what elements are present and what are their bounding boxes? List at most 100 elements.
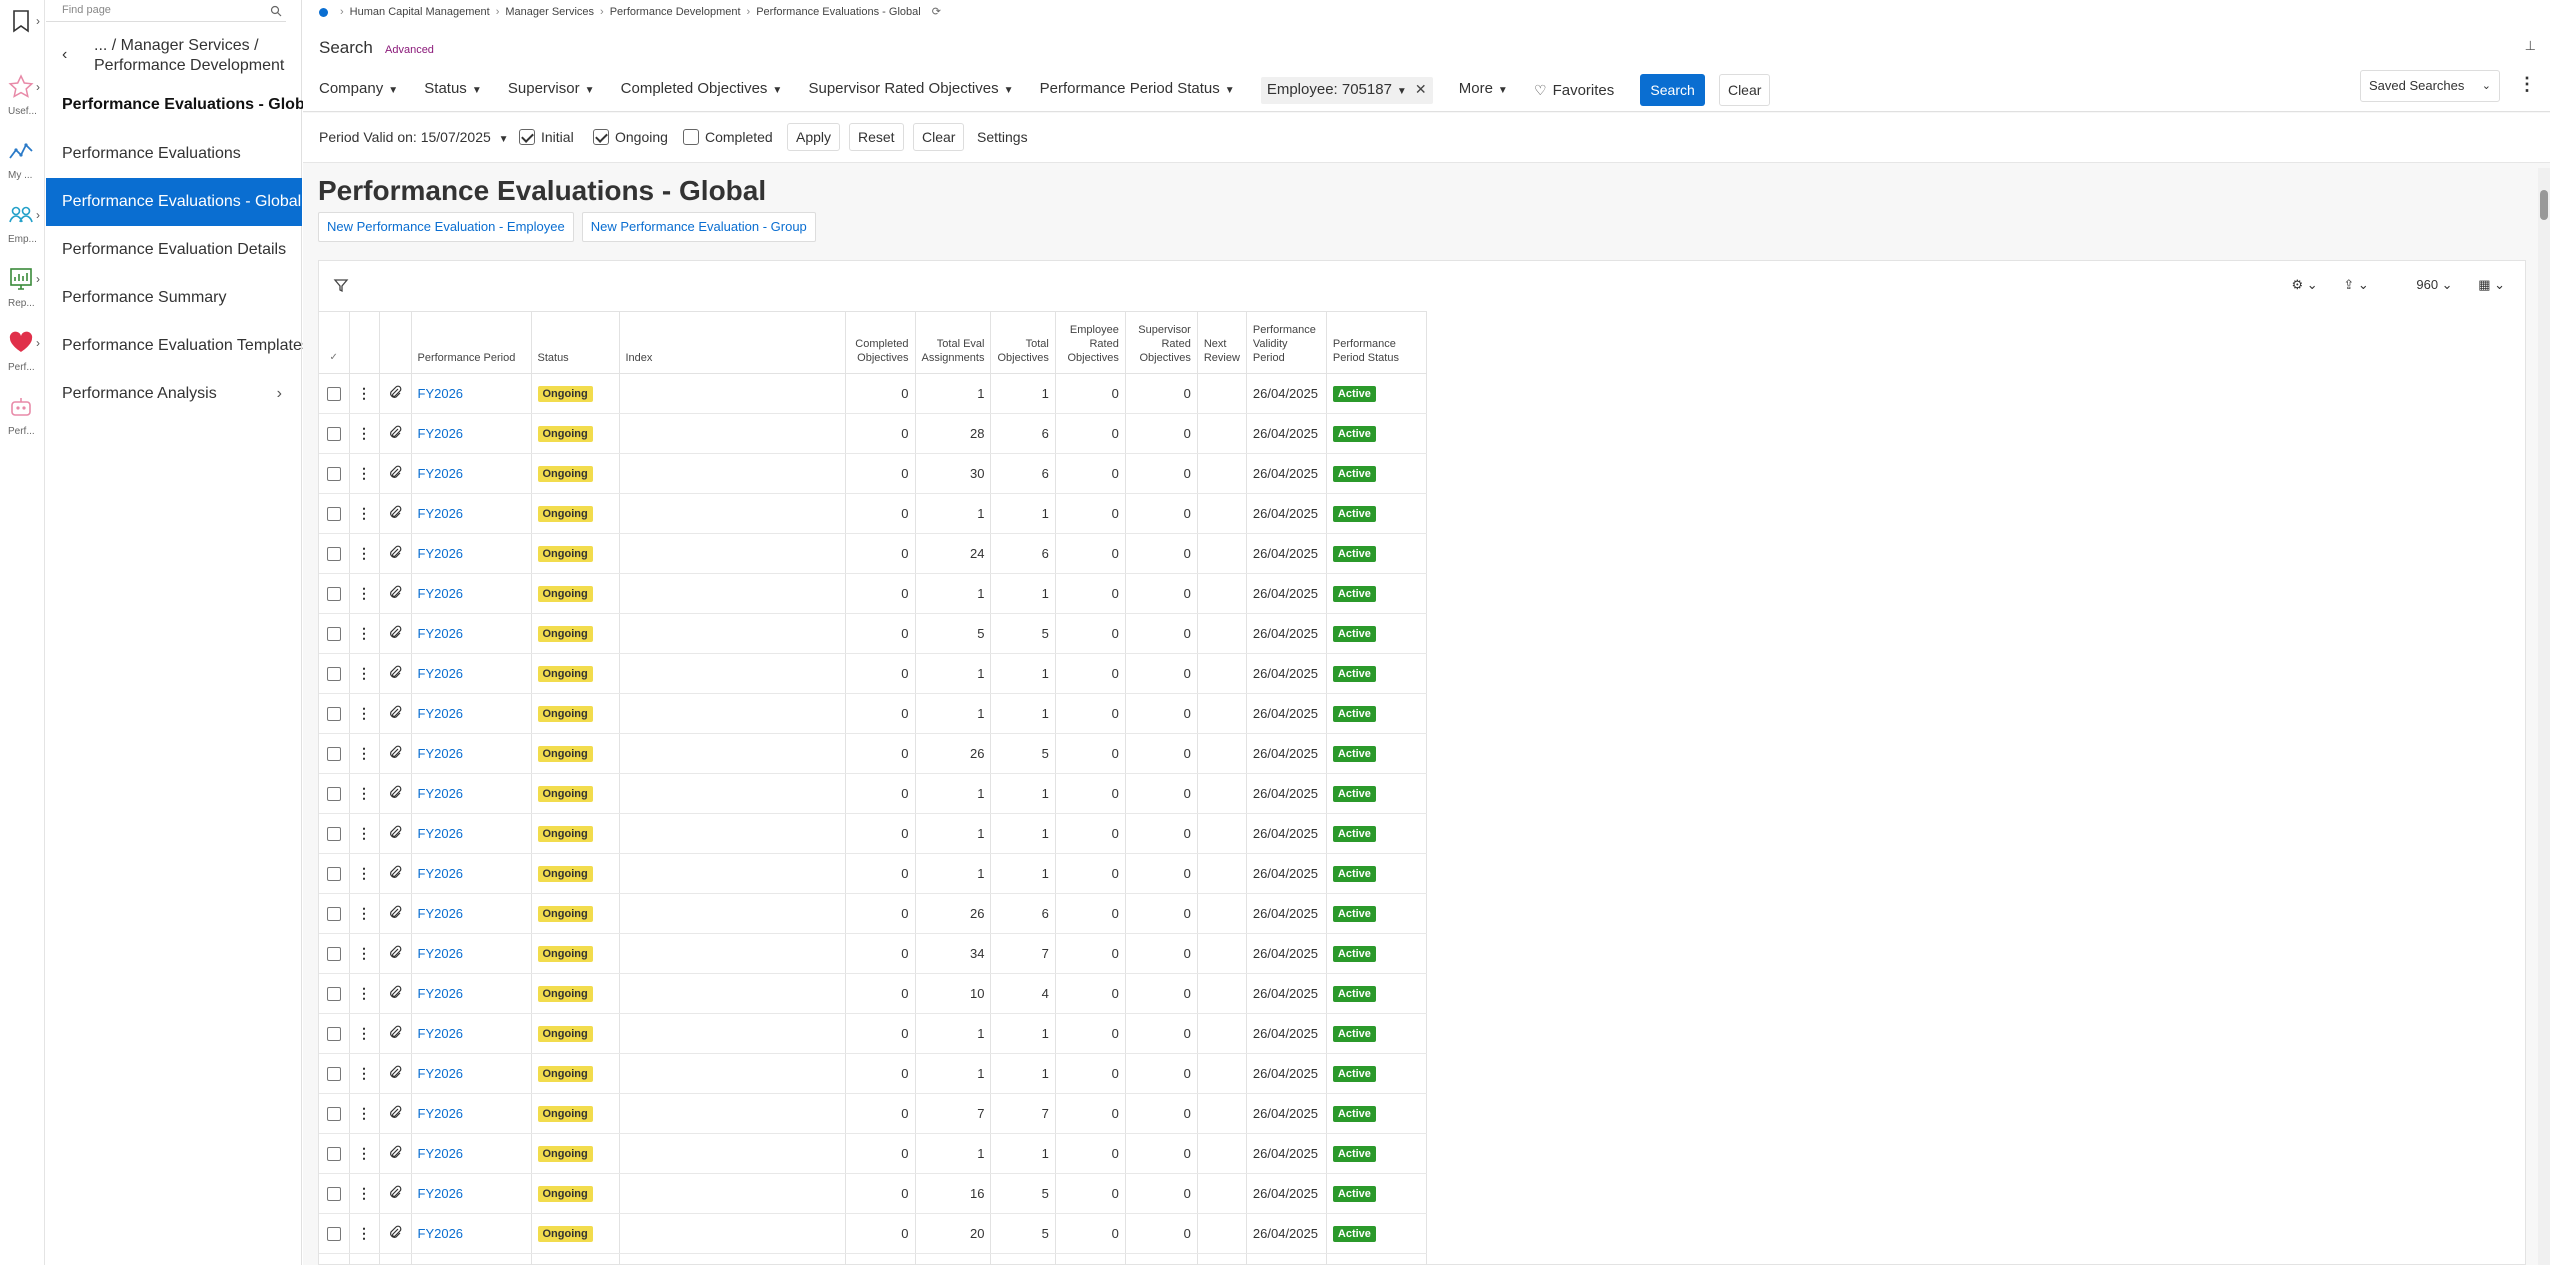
period-link[interactable]: FY2026 bbox=[418, 1146, 464, 1161]
filter-status[interactable]: Status ▼ bbox=[424, 77, 481, 103]
table-row[interactable]: ⋮ FY2026 Ongoing 0 1 1 0 0 26/04/2025 Active bbox=[319, 1013, 1427, 1054]
nav-item-performance-summary[interactable]: Performance Summary bbox=[46, 274, 302, 322]
kebab-menu-icon[interactable]: ⋮ bbox=[357, 785, 371, 801]
table-row[interactable]: ⋮ FY2026 Ongoing 0 30 6 0 0 26/04/2025 Active bbox=[319, 453, 1427, 494]
table-row[interactable]: ⋮ FY2026 Ongoing 0 1 1 0 0 26/04/2025 Active bbox=[319, 693, 1427, 734]
table-row[interactable]: ⋮ FY2026 Ongoing 0 16 5 0 0 26/04/2025 Active bbox=[319, 1173, 1427, 1214]
paperclip-icon[interactable] bbox=[388, 945, 402, 959]
kebab-menu-icon[interactable]: ⋮ bbox=[357, 905, 371, 921]
back-arrow-icon[interactable]: ‹ bbox=[62, 46, 67, 64]
kebab-menu-icon[interactable]: ⋮ bbox=[357, 745, 371, 761]
kebab-menu-icon[interactable]: ⋮ bbox=[357, 625, 371, 641]
paperclip-icon[interactable] bbox=[388, 465, 402, 479]
row-checkbox[interactable] bbox=[326, 427, 341, 442]
kebab-menu-icon[interactable]: ⋮ bbox=[357, 1225, 371, 1241]
row-checkbox[interactable] bbox=[326, 827, 341, 842]
row-checkbox[interactable] bbox=[326, 987, 341, 1002]
checkbox-checked[interactable] bbox=[519, 129, 535, 146]
rail-item-my[interactable]: My ... bbox=[0, 138, 45, 188]
nav-item-performance-evaluations-global[interactable]: Performance Evaluations - Global bbox=[46, 178, 302, 226]
row-checkbox[interactable] bbox=[326, 747, 341, 762]
kebab-menu-icon[interactable]: ⋮ bbox=[357, 545, 371, 561]
nav-item-performance-evaluation-templates[interactable]: Performance Evaluation Templates bbox=[46, 322, 310, 370]
breadcrumb-item[interactable]: Human Capital Management bbox=[350, 6, 490, 18]
table-row[interactable]: ⋮ FY2026 Ongoing 0 7 7 0 0 26/04/2025 Active bbox=[319, 1093, 1427, 1134]
table-row[interactable]: ⋮ FY2026 Ongoing 0 24 6 0 0 26/04/2025 Active bbox=[319, 533, 1427, 574]
refresh-icon[interactable]: ⟳ bbox=[932, 6, 941, 18]
saved-searches-select[interactable]: Saved Searches ⌄ bbox=[2360, 70, 2500, 102]
paperclip-icon[interactable] bbox=[388, 1185, 402, 1199]
reset-button[interactable]: Reset bbox=[849, 123, 904, 151]
rail-item-bookmarks[interactable]: › bbox=[0, 8, 45, 36]
new-evaluation-employee-button[interactable]: New Performance Evaluation - Employee bbox=[318, 212, 574, 242]
period-link[interactable]: FY2026 bbox=[418, 1186, 464, 1201]
period-link[interactable]: FY2026 bbox=[418, 506, 464, 521]
period-link[interactable]: FY2026 bbox=[418, 866, 464, 881]
row-checkbox[interactable] bbox=[326, 867, 341, 882]
row-checkbox[interactable] bbox=[326, 467, 341, 482]
nav-item-performance-evaluation-details[interactable]: Performance Evaluation Details bbox=[46, 226, 302, 274]
advanced-search-link[interactable]: Advanced bbox=[385, 44, 434, 56]
row-checkbox[interactable] bbox=[326, 387, 341, 402]
period-link[interactable]: FY2026 bbox=[418, 746, 464, 761]
close-icon[interactable]: ✕ bbox=[1415, 81, 1427, 97]
paperclip-icon[interactable] bbox=[388, 425, 402, 439]
filter-icon[interactable] bbox=[333, 277, 349, 293]
settings-link[interactable]: Settings bbox=[977, 125, 1028, 149]
table-row[interactable]: ⋮ FY2026 Ongoing 0 5 5 0 0 26/04/2025 Active bbox=[319, 613, 1427, 654]
rail-item-performance-2[interactable]: Perf... bbox=[0, 394, 45, 444]
nav-item-performance-analysis[interactable]: Performance Analysis › bbox=[46, 370, 302, 418]
filter-supervisor-rated-objectives[interactable]: Supervisor Rated Objectives ▼ bbox=[808, 77, 1013, 103]
period-link[interactable]: FY2026 bbox=[418, 586, 464, 601]
nav-breadcrumb[interactable]: ... / Manager Services / Performance Dev… bbox=[94, 36, 294, 76]
nav-item-performance-evaluations[interactable]: Performance Evaluations bbox=[46, 130, 302, 178]
paperclip-icon[interactable] bbox=[388, 545, 402, 559]
period-link[interactable]: FY2026 bbox=[418, 786, 464, 801]
row-checkbox[interactable] bbox=[326, 947, 341, 962]
pin-icon[interactable]: ⊥ bbox=[2525, 38, 2536, 54]
paperclip-icon[interactable] bbox=[388, 665, 402, 679]
table-row[interactable]: ⋮ FY2026 Ongoing 0 34 7 0 0 26/04/2025 Active bbox=[319, 933, 1427, 974]
kebab-menu-icon[interactable]: ⋮ bbox=[357, 1185, 371, 1201]
col-header[interactable]: Index bbox=[619, 311, 846, 374]
kebab-menu-icon[interactable]: ⋮ bbox=[357, 385, 371, 401]
period-valid-select[interactable]: Period Valid on: 15/07/2025 ▼ bbox=[319, 125, 509, 152]
row-checkbox[interactable] bbox=[326, 667, 341, 682]
col-header[interactable]: Performance Period Status bbox=[1326, 311, 1427, 374]
paperclip-icon[interactable] bbox=[388, 1065, 402, 1079]
row-checkbox[interactable] bbox=[326, 1187, 341, 1202]
kebab-menu-icon[interactable]: ⋮ bbox=[357, 865, 371, 881]
table-row[interactable]: ⋮ FY2026 Ongoing 0 1 1 0 0 26/04/2025 Active bbox=[319, 813, 1427, 854]
period-link[interactable]: FY2026 bbox=[418, 466, 464, 481]
kebab-menu-icon[interactable]: ⋮ bbox=[357, 425, 371, 441]
paperclip-icon[interactable] bbox=[388, 1105, 402, 1119]
col-header[interactable]: Total Eval Assignments bbox=[915, 311, 992, 374]
col-header[interactable]: Status bbox=[531, 311, 620, 374]
completed-checkbox[interactable]: Completed bbox=[683, 125, 773, 149]
paperclip-icon[interactable] bbox=[388, 385, 402, 399]
row-checkbox[interactable] bbox=[326, 1067, 341, 1082]
paperclip-icon[interactable] bbox=[388, 1225, 402, 1239]
period-link[interactable]: FY2026 bbox=[418, 626, 464, 641]
table-row[interactable]: ⋮ FY2026 Ongoing 0 26 5 0 0 26/04/2025 Active bbox=[319, 733, 1427, 774]
filter-more[interactable]: More ▼ bbox=[1459, 77, 1508, 103]
period-link[interactable]: FY2026 bbox=[418, 946, 464, 961]
paperclip-icon[interactable] bbox=[388, 705, 402, 719]
checkbox-checked[interactable] bbox=[593, 129, 609, 146]
filter-employee-chip[interactable]: Employee: 705187 ▼ ✕ bbox=[1260, 76, 1433, 104]
paperclip-icon[interactable] bbox=[388, 865, 402, 879]
kebab-menu-icon[interactable]: ⋮ bbox=[357, 585, 371, 601]
ongoing-checkbox[interactable]: Ongoing bbox=[593, 125, 668, 149]
paperclip-icon[interactable] bbox=[388, 1025, 402, 1039]
table-row[interactable]: ⋮ FY2026 Ongoing 0 1 1 0 0 26/04/2025 Active bbox=[319, 573, 1427, 614]
breadcrumb-item[interactable]: Manager Services bbox=[505, 6, 594, 18]
favorites-button[interactable]: ♡ Favorites bbox=[1534, 78, 1614, 103]
paperclip-icon[interactable] bbox=[388, 505, 402, 519]
initial-checkbox[interactable]: Initial bbox=[519, 125, 574, 149]
kebab-menu-icon[interactable]: ⋮ bbox=[357, 1145, 371, 1161]
more-options-icon[interactable]: ⋮ bbox=[2518, 74, 2536, 95]
paperclip-icon[interactable] bbox=[388, 825, 402, 839]
vertical-scrollbar[interactable] bbox=[2538, 168, 2550, 1265]
period-link[interactable]: FY2026 bbox=[418, 386, 464, 401]
page-size-select[interactable]: 960 ⌄ bbox=[2394, 277, 2452, 292]
